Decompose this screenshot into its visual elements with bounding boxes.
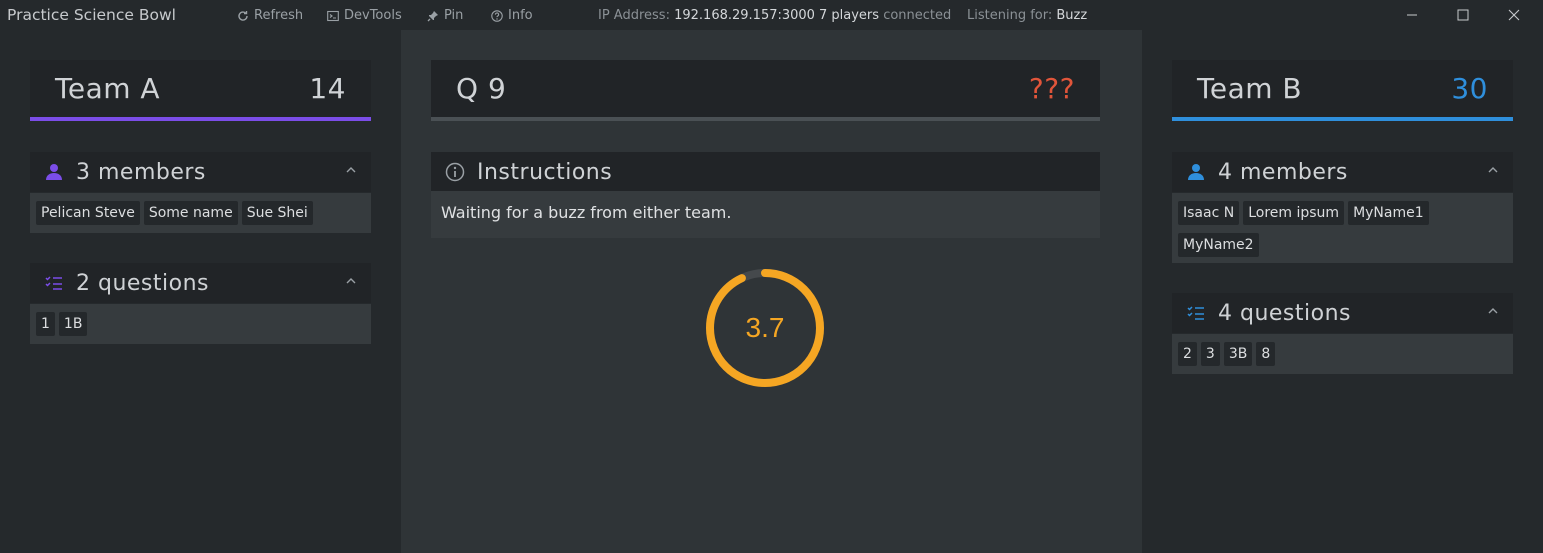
user-icon — [44, 162, 64, 182]
ip-address: IP Address: 192.168.29.157:3000 — [598, 8, 815, 23]
question-label: Q 9 — [456, 72, 507, 105]
team-a-members-list: Pelican Steve Some name Sue Shei — [30, 193, 371, 233]
minimize-icon — [1407, 14, 1417, 16]
member-chip[interactable]: Pelican Steve — [36, 201, 140, 225]
team-b-underline — [1172, 117, 1513, 121]
refresh-button[interactable]: Refresh — [237, 8, 303, 23]
member-chip[interactable]: Sue Shei — [241, 201, 313, 225]
checklist-icon — [1186, 303, 1206, 323]
member-chip[interactable]: MyName1 — [1348, 201, 1429, 225]
question-header: Q 9 ??? — [431, 60, 1100, 117]
team-b-questions-list: 2 3 3B 8 — [1172, 334, 1513, 374]
question-underline — [431, 117, 1100, 121]
terminal-icon — [327, 10, 339, 21]
user-icon — [1186, 162, 1206, 182]
question-chip[interactable]: 3B — [1223, 342, 1253, 366]
app-title: Practice Science Bowl — [7, 6, 176, 24]
instructions-title: Instructions — [477, 159, 613, 185]
question-circle-icon — [491, 9, 503, 22]
team-b-name: Team B — [1197, 72, 1303, 105]
team-b-members-header[interactable]: 4 members — [1172, 152, 1513, 192]
team-a-name: Team A — [55, 72, 161, 105]
question-chip[interactable]: 1B — [58, 312, 88, 336]
countdown-value: 3.7 — [745, 312, 785, 343]
member-chip[interactable]: MyName2 — [1178, 233, 1259, 257]
close-button[interactable] — [1491, 4, 1537, 26]
team-b-questions-title: 4 questions — [1218, 300, 1351, 326]
question-chip[interactable]: 1 — [36, 312, 55, 336]
member-chip[interactable]: Some name — [143, 201, 238, 225]
ip-value: 192.168.29.157:3000 — [674, 8, 815, 23]
chevron-up-icon[interactable] — [1487, 305, 1499, 317]
maximize-button[interactable] — [1440, 4, 1486, 26]
team-b-score: 30 — [1451, 72, 1488, 105]
team-a-underline — [30, 117, 371, 121]
chevron-up-icon[interactable] — [345, 275, 357, 287]
chevron-up-icon[interactable] — [1487, 164, 1499, 176]
team-a-questions-title: 2 questions — [76, 270, 209, 296]
instructions-text: Waiting for a buzz from either team. — [431, 191, 1100, 238]
question-status: ??? — [1028, 72, 1075, 105]
info-button[interactable]: Info — [491, 8, 533, 23]
team-a-score: 14 — [309, 72, 346, 105]
pin-label: Pin — [444, 8, 464, 23]
title-bar: Practice Science Bowl Refresh DevTools P… — [0, 0, 1543, 30]
question-chip[interactable]: 2 — [1178, 342, 1197, 366]
team-b-members-list: Isaac N Lorem ipsum MyName1 MyName2 — [1172, 193, 1513, 263]
team-a-header: Team A 14 — [30, 60, 371, 117]
question-chip[interactable]: 8 — [1256, 342, 1276, 366]
pin-button[interactable]: Pin — [427, 8, 463, 23]
info-circle-icon — [445, 162, 465, 182]
checklist-icon — [44, 273, 64, 293]
maximize-icon — [1457, 9, 1469, 21]
listening-label: Listening for: — [967, 8, 1053, 23]
info-label: Info — [508, 8, 533, 23]
devtools-label: DevTools — [344, 8, 402, 23]
team-b-members-title: 4 members — [1218, 159, 1348, 185]
team-a-members-title: 3 members — [76, 159, 206, 185]
minimize-button[interactable] — [1389, 4, 1435, 26]
players-suffix: connected — [883, 8, 952, 23]
team-a-questions-list: 1 1B — [30, 304, 371, 344]
instructions-header: Instructions — [431, 152, 1100, 192]
devtools-button[interactable]: DevTools — [327, 8, 402, 23]
team-b-header: Team B 30 — [1172, 60, 1513, 117]
listening-value: Buzz — [1056, 8, 1088, 23]
team-b-questions-header[interactable]: 4 questions — [1172, 293, 1513, 333]
listening-status: Listening for: Buzz — [967, 8, 1087, 23]
team-a-members-header[interactable]: 3 members — [30, 152, 371, 192]
question-chip[interactable]: 3 — [1200, 342, 1220, 366]
pin-icon — [427, 10, 438, 21]
refresh-label: Refresh — [254, 8, 304, 23]
team-a-questions-header[interactable]: 2 questions — [30, 263, 371, 303]
member-chip[interactable]: Isaac N — [1178, 201, 1240, 225]
players-count: 7 players — [819, 8, 880, 23]
players-connected: 7 players connected — [819, 8, 951, 23]
member-chip[interactable]: Lorem ipsum — [1243, 201, 1345, 225]
refresh-icon — [238, 10, 248, 21]
ip-label: IP Address: — [598, 8, 670, 23]
chevron-up-icon[interactable] — [345, 164, 357, 176]
close-icon — [1508, 9, 1520, 21]
